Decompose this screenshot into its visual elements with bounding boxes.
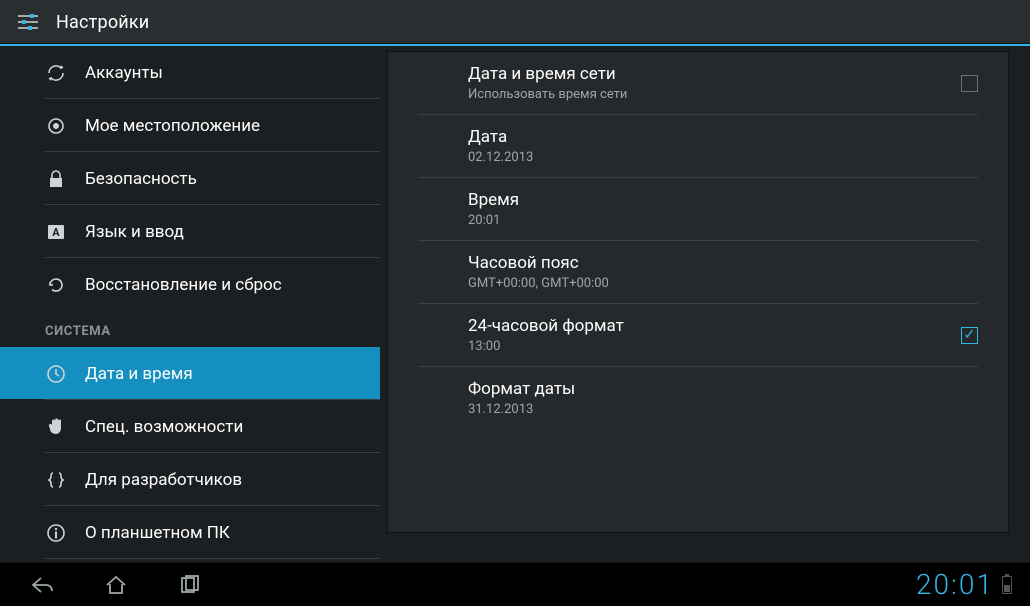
language-icon: A (45, 221, 67, 243)
navbar: 20:01 (0, 562, 1030, 606)
checkbox[interactable] (961, 75, 978, 92)
body: Аккаунты Мое местоположение Безопасность (0, 46, 1030, 562)
pref-title: Время (468, 190, 978, 210)
sidebar-item-accessibility[interactable]: Спец. возможности (0, 400, 380, 452)
screen: Настройки Аккаунты Мое местоположение (0, 0, 1030, 606)
sidebar-item-language[interactable]: A Язык и ввод (0, 205, 380, 257)
pref-title: Дата и время сети (468, 64, 961, 84)
sidebar-item-security[interactable]: Безопасность (0, 152, 380, 204)
sidebar-item-label: Дата и время (85, 364, 193, 384)
pref-subtitle: 20:01 (468, 213, 978, 228)
detail-wrap: Дата и время сети Использовать время сет… (380, 46, 1030, 562)
sidebar-item-label: О планшетном ПК (85, 523, 230, 543)
sidebar-item-label: Мое местоположение (85, 116, 260, 136)
pref-date-format[interactable]: Формат даты 31.12.2013 (388, 367, 1008, 429)
sidebar-item-developer[interactable]: Для разработчиков (0, 453, 380, 505)
pref-24hour[interactable]: 24-часовой формат 13:00 (388, 304, 1008, 366)
sidebar-item-about[interactable]: О планшетном ПК (0, 506, 380, 558)
battery-icon (1002, 576, 1012, 594)
divider (45, 558, 380, 559)
braces-icon (45, 469, 67, 491)
hand-icon (45, 416, 67, 438)
sidebar-item-backup[interactable]: Восстановление и сброс (0, 258, 380, 310)
sidebar-item-label: Спец. возможности (85, 417, 243, 437)
sidebar-item-label: Язык и ввод (85, 222, 184, 242)
nav-back-button[interactable] (18, 570, 66, 600)
actionbar: Настройки (0, 0, 1030, 44)
nav-recent-button[interactable] (166, 570, 214, 600)
sidebar-item-label: Восстановление и сброс (85, 275, 282, 295)
sidebar-item-label: Для разработчиков (85, 470, 242, 490)
checkbox[interactable] (961, 327, 978, 344)
pref-title: Часовой пояс (468, 253, 978, 273)
statusbar-clock[interactable]: 20:01 (916, 568, 994, 601)
clock-icon (45, 363, 67, 385)
sidebar-item-location[interactable]: Мое местоположение (0, 99, 380, 151)
pref-title: 24-часовой формат (468, 316, 961, 336)
lock-icon (45, 168, 67, 190)
nav-home-button[interactable] (92, 570, 140, 600)
sidebar-section-header: СИСТЕМА (0, 310, 380, 347)
restore-icon (45, 274, 67, 296)
pref-network-time[interactable]: Дата и время сети Использовать время сет… (388, 52, 1008, 114)
pref-time[interactable]: Время 20:01 (388, 178, 1008, 240)
sidebar-item-datetime[interactable]: Дата и время (0, 347, 380, 399)
sidebar: Аккаунты Мое местоположение Безопасность (0, 46, 380, 562)
sidebar-item-accounts[interactable]: Аккаунты (0, 46, 380, 98)
info-icon (45, 522, 67, 544)
pref-subtitle: 13:00 (468, 339, 961, 354)
settings-icon (14, 8, 42, 36)
pref-date[interactable]: Дата 02.12.2013 (388, 115, 1008, 177)
location-icon (45, 115, 67, 137)
pref-subtitle: Использовать время сети (468, 87, 961, 102)
sync-icon (45, 62, 67, 84)
pref-title: Формат даты (468, 379, 978, 399)
pref-title: Дата (468, 127, 978, 147)
svg-text:A: A (52, 226, 60, 239)
detail-panel: Дата и время сети Использовать время сет… (388, 52, 1008, 532)
pref-subtitle: GMT+00:00, GMT+00:00 (468, 276, 978, 291)
sidebar-item-label: Аккаунты (85, 63, 163, 83)
pref-timezone[interactable]: Часовой пояс GMT+00:00, GMT+00:00 (388, 241, 1008, 303)
sidebar-item-label: Безопасность (85, 169, 197, 189)
actionbar-title: Настройки (56, 12, 149, 33)
pref-subtitle: 02.12.2013 (468, 150, 978, 165)
pref-subtitle: 31.12.2013 (468, 402, 978, 417)
